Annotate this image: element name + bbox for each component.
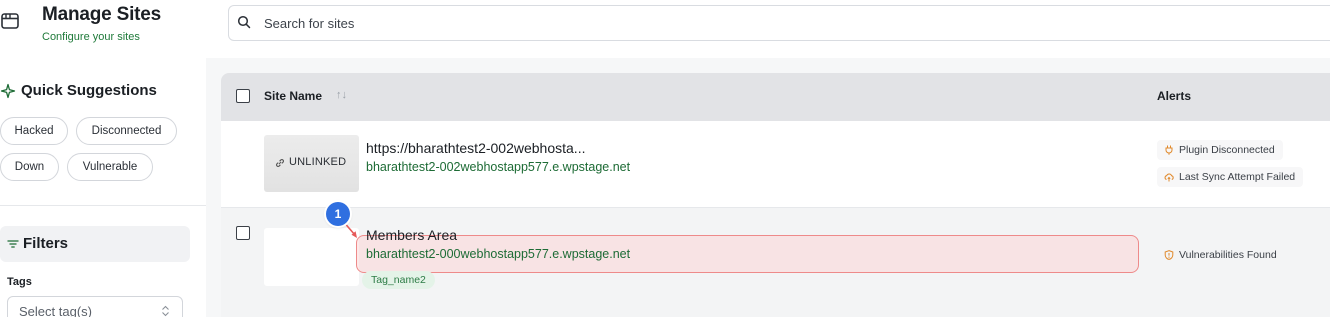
filters-section-header[interactable]: Filters [0, 226, 190, 262]
shield-alert-icon [1164, 250, 1174, 260]
unlink-icon [276, 159, 284, 167]
tags-select[interactable]: Select tag(s) [7, 296, 183, 317]
plug-icon [1165, 145, 1173, 155]
page-subtitle: Configure your sites [42, 31, 140, 43]
site-title[interactable]: Members Area [366, 227, 457, 243]
cloud-sync-icon [1164, 173, 1174, 182]
select-all-checkbox[interactable] [236, 89, 250, 103]
quick-suggestions-title: Quick Suggestions [21, 82, 157, 99]
site-url[interactable]: bharathtest2-002webhostapp577.e.wpstage.… [366, 160, 630, 174]
chip-disconnected[interactable]: Disconnected [76, 117, 177, 145]
row-checkbox[interactable] [236, 226, 250, 240]
site-thumbnail[interactable]: UNLINKED [264, 135, 359, 192]
search-bar[interactable] [228, 5, 1330, 41]
alert-badge: Vulnerabilities Found [1157, 245, 1285, 265]
column-alerts: Alerts [1157, 89, 1192, 103]
page-title: Manage Sites [42, 4, 162, 25]
site-tag[interactable]: Tag_name2 [362, 271, 435, 289]
window-icon [1, 13, 19, 29]
site-title[interactable]: https://bharathtest2-002webhosta... [366, 140, 585, 156]
search-icon [237, 15, 251, 29]
chevron-up-down-icon [162, 305, 169, 317]
alert-badge: Last Sync Attempt Failed [1157, 167, 1304, 187]
site-url[interactable]: bharathtest2-000webhostapp577.e.wpstage.… [366, 247, 630, 261]
unlinked-label: UNLINKED [289, 156, 347, 168]
alert-label: Vulnerabilities Found [1179, 249, 1277, 261]
alert-badge: Plugin Disconnected [1157, 140, 1283, 160]
page-header: Manage Sites Configure your sites [0, 0, 1330, 58]
alert-label: Plugin Disconnected [1179, 144, 1275, 156]
search-input[interactable] [264, 14, 864, 32]
tags-select-placeholder: Select tag(s) [19, 304, 92, 317]
filter-icon [7, 240, 19, 248]
sidebar-divider [0, 205, 206, 206]
sparkle-icon [0, 83, 16, 99]
column-site-name[interactable]: Site Name [264, 89, 322, 103]
filters-title: Filters [23, 235, 69, 252]
chip-down[interactable]: Down [0, 153, 59, 181]
chip-vulnerable[interactable]: Vulnerable [67, 153, 153, 181]
chip-hacked[interactable]: Hacked [0, 117, 68, 145]
sort-icon[interactable]: ↑↓ [336, 89, 347, 101]
tags-label: Tags [7, 276, 32, 288]
annotation-marker: 1 [326, 202, 350, 226]
alert-label: Last Sync Attempt Failed [1179, 171, 1296, 183]
